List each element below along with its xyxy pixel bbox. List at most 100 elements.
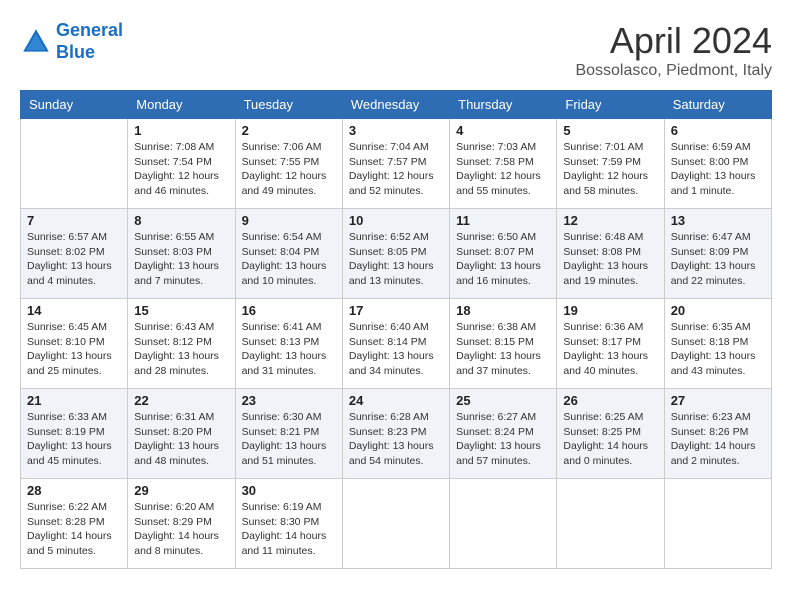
logo-icon xyxy=(20,26,52,58)
weekday-header-thursday: Thursday xyxy=(450,91,557,119)
day-number: 3 xyxy=(349,123,443,138)
calendar-cell: 27Sunrise: 6:23 AM Sunset: 8:26 PM Dayli… xyxy=(664,389,771,479)
logo: General Blue xyxy=(20,20,123,63)
day-info: Sunrise: 6:35 AM Sunset: 8:18 PM Dayligh… xyxy=(671,320,765,379)
calendar-cell: 30Sunrise: 6:19 AM Sunset: 8:30 PM Dayli… xyxy=(235,479,342,569)
calendar-cell: 18Sunrise: 6:38 AM Sunset: 8:15 PM Dayli… xyxy=(450,299,557,389)
weekday-header-row: SundayMondayTuesdayWednesdayThursdayFrid… xyxy=(21,91,772,119)
day-number: 25 xyxy=(456,393,550,408)
calendar-cell: 29 Sunrise: 6:20 AM Sunset: 8:29 PM Dayli… xyxy=(128,479,235,569)
day-info: Sunrise: 7:04 AM Sunset: 7:57 PM Dayligh… xyxy=(349,140,443,199)
day-info: Sunrise: 6:30 AM Sunset: 8:21 PM Dayligh… xyxy=(242,410,336,469)
calendar-cell: 24Sunrise: 6:28 AM Sunset: 8:23 PM Dayli… xyxy=(342,389,449,479)
calendar-cell xyxy=(342,479,449,569)
day-info: Sunrise: 6:54 AM Sunset: 8:04 PM Dayligh… xyxy=(242,230,336,289)
day-number: 2 xyxy=(242,123,336,138)
day-info: Sunrise: 6:31 AM Sunset: 8:20 PM Dayligh… xyxy=(134,410,228,469)
calendar-cell: 19Sunrise: 6:36 AM Sunset: 8:17 PM Dayli… xyxy=(557,299,664,389)
day-number: 26 xyxy=(563,393,657,408)
day-info: Sunrise: 6:47 AM Sunset: 8:09 PM Dayligh… xyxy=(671,230,765,289)
day-info: Sunrise: 6:19 AM Sunset: 8:30 PM Dayligh… xyxy=(242,500,336,559)
calendar-cell: 2Sunrise: 7:06 AM Sunset: 7:55 PM Daylig… xyxy=(235,119,342,209)
calendar-cell: 5 Sunrise: 7:01 AM Sunset: 7:59 PM Daylig… xyxy=(557,119,664,209)
calendar-cell: 22 Sunrise: 6:31 AM Sunset: 8:20 PM Dayli… xyxy=(128,389,235,479)
logo-text: General Blue xyxy=(56,20,123,63)
calendar-week-4: 21 Sunrise: 6:33 AM Sunset: 8:19 PM Dayli… xyxy=(21,389,772,479)
month-title: April 2024 xyxy=(575,20,772,62)
day-number: 21 xyxy=(27,393,121,408)
day-info: Sunrise: 7:03 AM Sunset: 7:58 PM Dayligh… xyxy=(456,140,550,199)
day-number: 13 xyxy=(671,213,765,228)
day-number: 29 xyxy=(134,483,228,498)
weekday-header-sunday: Sunday xyxy=(21,91,128,119)
day-info: Sunrise: 6:28 AM Sunset: 8:23 PM Dayligh… xyxy=(349,410,443,469)
calendar-cell: 23 Sunrise: 6:30 AM Sunset: 8:21 PM Dayli… xyxy=(235,389,342,479)
day-number: 7 xyxy=(27,213,121,228)
day-info: Sunrise: 7:01 AM Sunset: 7:59 PM Dayligh… xyxy=(563,140,657,199)
day-number: 12 xyxy=(563,213,657,228)
day-number: 15 xyxy=(134,303,228,318)
weekday-header-tuesday: Tuesday xyxy=(235,91,342,119)
calendar-cell: 16 Sunrise: 6:41 AM Sunset: 8:13 PM Dayli… xyxy=(235,299,342,389)
calendar-cell: 13 Sunrise: 6:47 AM Sunset: 8:09 PM Dayli… xyxy=(664,209,771,299)
weekday-header-monday: Monday xyxy=(128,91,235,119)
calendar-cell: 8 Sunrise: 6:55 AM Sunset: 8:03 PM Daylig… xyxy=(128,209,235,299)
day-number: 23 xyxy=(242,393,336,408)
day-number: 6 xyxy=(671,123,765,138)
calendar-cell: 7Sunrise: 6:57 AM Sunset: 8:02 PM Daylig… xyxy=(21,209,128,299)
logo-line2: Blue xyxy=(56,42,95,62)
day-info: Sunrise: 6:48 AM Sunset: 8:08 PM Dayligh… xyxy=(563,230,657,289)
calendar-cell: 9Sunrise: 6:54 AM Sunset: 8:04 PM Daylig… xyxy=(235,209,342,299)
calendar-week-2: 7Sunrise: 6:57 AM Sunset: 8:02 PM Daylig… xyxy=(21,209,772,299)
day-number: 8 xyxy=(134,213,228,228)
day-number: 5 xyxy=(563,123,657,138)
day-number: 17 xyxy=(349,303,443,318)
day-info: Sunrise: 6:25 AM Sunset: 8:25 PM Dayligh… xyxy=(563,410,657,469)
calendar-cell: 25Sunrise: 6:27 AM Sunset: 8:24 PM Dayli… xyxy=(450,389,557,479)
page-header: General Blue April 2024 Bossolasco, Pied… xyxy=(20,20,772,80)
day-number: 14 xyxy=(27,303,121,318)
calendar-cell: 11Sunrise: 6:50 AM Sunset: 8:07 PM Dayli… xyxy=(450,209,557,299)
calendar-cell: 28 Sunrise: 6:22 AM Sunset: 8:28 PM Dayli… xyxy=(21,479,128,569)
day-info: Sunrise: 6:20 AM Sunset: 8:29 PM Dayligh… xyxy=(134,500,228,559)
day-number: 1 xyxy=(134,123,228,138)
day-info: Sunrise: 6:36 AM Sunset: 8:17 PM Dayligh… xyxy=(563,320,657,379)
day-number: 22 xyxy=(134,393,228,408)
calendar-cell xyxy=(21,119,128,209)
day-info: Sunrise: 6:45 AM Sunset: 8:10 PM Dayligh… xyxy=(27,320,121,379)
calendar-cell xyxy=(557,479,664,569)
calendar-cell: 15 Sunrise: 6:43 AM Sunset: 8:12 PM Dayli… xyxy=(128,299,235,389)
calendar-cell: 20Sunrise: 6:35 AM Sunset: 8:18 PM Dayli… xyxy=(664,299,771,389)
calendar-cell xyxy=(664,479,771,569)
calendar-cell: 21 Sunrise: 6:33 AM Sunset: 8:19 PM Dayli… xyxy=(21,389,128,479)
day-info: Sunrise: 6:22 AM Sunset: 8:28 PM Dayligh… xyxy=(27,500,121,559)
calendar-week-5: 28 Sunrise: 6:22 AM Sunset: 8:28 PM Dayli… xyxy=(21,479,772,569)
day-info: Sunrise: 6:33 AM Sunset: 8:19 PM Dayligh… xyxy=(27,410,121,469)
title-area: April 2024 Bossolasco, Piedmont, Italy xyxy=(575,20,772,80)
calendar-table: SundayMondayTuesdayWednesdayThursdayFrid… xyxy=(20,90,772,569)
calendar-cell xyxy=(450,479,557,569)
day-info: Sunrise: 6:41 AM Sunset: 8:13 PM Dayligh… xyxy=(242,320,336,379)
day-number: 4 xyxy=(456,123,550,138)
logo-line1: General xyxy=(56,20,123,40)
calendar-body: 1 Sunrise: 7:08 AM Sunset: 7:54 PM Daylig… xyxy=(21,119,772,569)
calendar-week-1: 1 Sunrise: 7:08 AM Sunset: 7:54 PM Daylig… xyxy=(21,119,772,209)
calendar-cell: 12 Sunrise: 6:48 AM Sunset: 8:08 PM Dayli… xyxy=(557,209,664,299)
calendar-cell: 17Sunrise: 6:40 AM Sunset: 8:14 PM Dayli… xyxy=(342,299,449,389)
day-info: Sunrise: 7:08 AM Sunset: 7:54 PM Dayligh… xyxy=(134,140,228,199)
day-number: 28 xyxy=(27,483,121,498)
day-number: 16 xyxy=(242,303,336,318)
day-info: Sunrise: 6:59 AM Sunset: 8:00 PM Dayligh… xyxy=(671,140,765,199)
day-info: Sunrise: 6:55 AM Sunset: 8:03 PM Dayligh… xyxy=(134,230,228,289)
calendar-header: SundayMondayTuesdayWednesdayThursdayFrid… xyxy=(21,91,772,119)
calendar-cell: 4 Sunrise: 7:03 AM Sunset: 7:58 PM Daylig… xyxy=(450,119,557,209)
day-info: Sunrise: 6:43 AM Sunset: 8:12 PM Dayligh… xyxy=(134,320,228,379)
location-title: Bossolasco, Piedmont, Italy xyxy=(575,62,772,80)
calendar-cell: 1 Sunrise: 7:08 AM Sunset: 7:54 PM Daylig… xyxy=(128,119,235,209)
weekday-header-friday: Friday xyxy=(557,91,664,119)
day-info: Sunrise: 6:52 AM Sunset: 8:05 PM Dayligh… xyxy=(349,230,443,289)
calendar-week-3: 14 Sunrise: 6:45 AM Sunset: 8:10 PM Dayli… xyxy=(21,299,772,389)
day-number: 10 xyxy=(349,213,443,228)
day-number: 18 xyxy=(456,303,550,318)
weekday-header-wednesday: Wednesday xyxy=(342,91,449,119)
